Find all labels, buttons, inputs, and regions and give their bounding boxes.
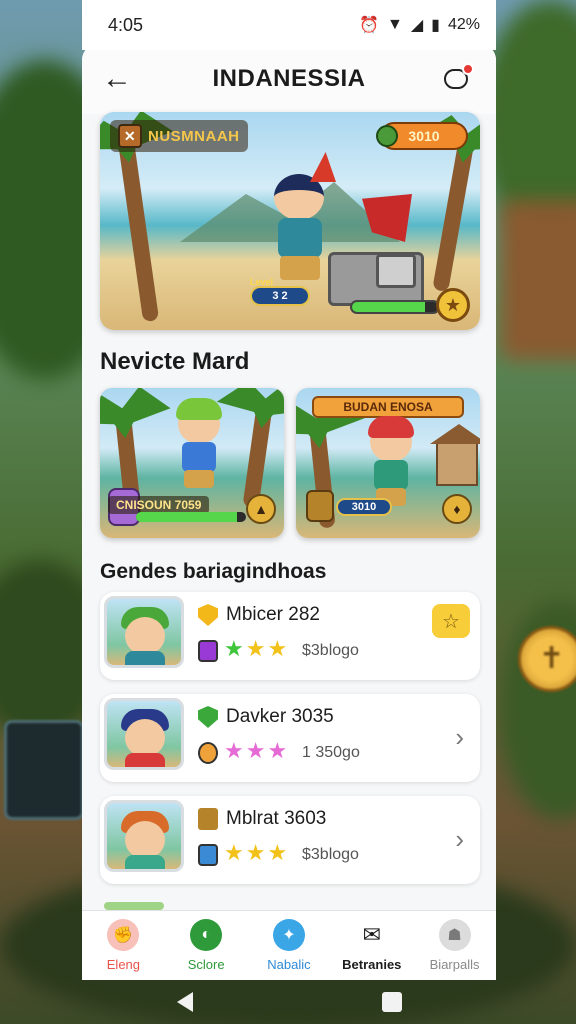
chat-bubble-icon[interactable]	[436, 59, 476, 99]
star-icon: ★	[245, 738, 266, 763]
star-icon: ★	[267, 840, 288, 865]
arrow-up-icon[interactable]: ▲	[246, 494, 276, 524]
nav-label: Nabalic	[267, 957, 311, 972]
section-title-featured: Nevicte Mard	[100, 348, 250, 375]
item-list: Mbicer 282 ★ ★ ★ $3blogo ☆ Davker 3035 ★…	[100, 592, 480, 898]
list-item[interactable]: Davker 3035 ★ ★ ★ 1 350go ›	[100, 694, 480, 782]
star-icon: ★	[267, 636, 288, 661]
chevron-right-icon[interactable]: ›	[455, 824, 464, 855]
card-banner-2: BUDAN ENOSA	[312, 396, 464, 418]
rating-stars: ★ ★ ★	[224, 840, 287, 866]
nav-item-nabalic[interactable]: ✦ Nabalic	[248, 919, 330, 972]
hero-name-tag: ✕ NUSMNAAH	[110, 120, 248, 152]
top-header: ← INDANESSIA	[82, 44, 496, 114]
star-green-icon: ★	[224, 636, 244, 661]
card-character-2	[364, 416, 418, 506]
hero-currency: 3010	[376, 122, 468, 150]
cup-icon	[198, 640, 218, 662]
item-price: 1 350go	[302, 744, 360, 761]
rating-stars: ★ ★ ★	[224, 738, 287, 764]
favorite-star-button[interactable]: ☆	[432, 604, 470, 638]
arrow-left-icon[interactable]: ←	[102, 62, 142, 96]
back-triangle-icon[interactable]	[176, 992, 193, 1012]
list-item[interactable]: Mbicer 282 ★ ★ ★ $3blogo ☆	[100, 592, 480, 680]
nav-item-sclore[interactable]: ◐ Sclore	[165, 919, 247, 972]
system-nav	[82, 980, 496, 1024]
battery-level: 42%	[447, 16, 480, 33]
item-name: Davker 3035	[226, 706, 334, 727]
gem-icon	[376, 125, 398, 147]
shield-badge-icon	[198, 706, 218, 728]
item-price: $3blogo	[302, 642, 359, 659]
section-title-list: Gendes bariagindhoas	[100, 560, 327, 583]
rating-stars: ★ ★ ★	[224, 636, 287, 662]
bag-icon	[306, 490, 334, 522]
app-panel: ← INDANESSIA ✕ NUSMNAAH 3010 Level 3 2 ★…	[82, 44, 496, 980]
card-level-2: 3010	[336, 498, 392, 516]
star-icon: ★	[224, 840, 244, 865]
compass-icon: ✦	[272, 919, 305, 951]
chevron-right-icon[interactable]: ›	[455, 722, 464, 753]
page-title: INDANESSIA	[212, 65, 366, 92]
drop-icon	[198, 742, 218, 764]
star-icon: ★	[245, 636, 266, 661]
avatar	[104, 800, 184, 872]
featured-card-1[interactable]: CNISOUN 7059 ▲	[100, 388, 284, 538]
hero-currency-value: 3010	[408, 128, 440, 144]
nav-label: Eleng	[106, 957, 141, 972]
flame-icon[interactable]: ♦	[442, 494, 472, 524]
flag-badge-icon	[198, 808, 218, 830]
hero-level-value: 3 2	[250, 286, 310, 306]
alarm-icon: ⏰	[359, 17, 379, 34]
nav-label: Sclore	[187, 957, 225, 972]
coin-icon	[518, 626, 576, 692]
mail-icon: ✉	[362, 922, 381, 947]
next-section-peek	[104, 902, 164, 910]
battery-icon: ▮	[431, 17, 440, 34]
card-progress-bar	[136, 512, 246, 522]
shield-badge-icon	[198, 604, 218, 626]
signal-icon: ◢	[410, 17, 424, 34]
fist-icon: ✊	[107, 919, 140, 951]
card-character-1	[172, 398, 226, 488]
notification-dot	[462, 63, 474, 75]
nav-item-biarpalls[interactable]: ☗ Biarpalls	[414, 919, 496, 972]
item-name: Mblrat 3603	[226, 808, 327, 829]
item-price: $3blogo	[302, 846, 359, 863]
square-home-icon[interactable]	[381, 992, 402, 1012]
nav-item-eleng[interactable]: ✊ Eleng	[82, 919, 164, 972]
star-icon: ★	[245, 840, 266, 865]
star-icon: ★	[224, 738, 244, 763]
list-item[interactable]: Mblrat 3603 ★ ★ ★ $3blogo ›	[100, 796, 480, 884]
hut-icon	[436, 440, 478, 486]
wifi-icon: ▼	[387, 16, 403, 33]
avatar	[104, 698, 184, 770]
featured-card-2[interactable]: BUDAN ENOSA 3010 ♦	[296, 388, 480, 538]
hero-name: NUSMNAAH	[148, 127, 240, 145]
star-icon: ★	[267, 738, 288, 763]
nav-label: Biarpalls	[429, 957, 480, 972]
background-score-panel	[4, 720, 84, 820]
nav-item-betranies[interactable]: ✉ Betranies	[331, 919, 413, 972]
cup-icon	[198, 844, 218, 866]
status-time: 4:05	[108, 14, 144, 35]
bottom-nav: ✊ Eleng ◐ Sclore ✦ Nabalic ✉ Betranies ☗…	[82, 910, 496, 980]
star-button-icon[interactable]: ★	[436, 288, 470, 322]
status-bar: 4:05 ⏰ ▼ ◢ ▮ 42%	[82, 0, 496, 50]
nav-label: Betranies	[342, 957, 402, 972]
pot-icon	[376, 254, 416, 288]
dragon-icon: ☗	[438, 919, 471, 951]
hero-progress-bar	[350, 300, 440, 314]
hero-card[interactable]: ✕ NUSMNAAH 3010 Level 3 2 ★	[100, 112, 480, 330]
crossed-swords-icon: ✕	[118, 124, 142, 148]
leaf-icon: ◐	[190, 919, 223, 951]
avatar	[104, 596, 184, 668]
item-name: Mbicer 282	[226, 604, 320, 625]
